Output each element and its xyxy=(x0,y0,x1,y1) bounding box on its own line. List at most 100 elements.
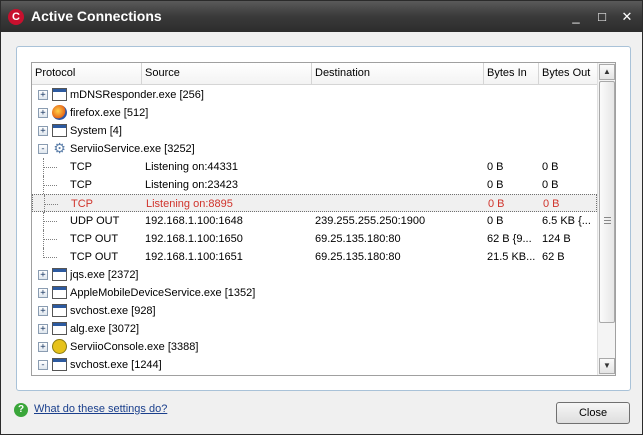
cell-protocol: TCP xyxy=(71,198,93,210)
cell-source: 192.168.1.100:1648 xyxy=(145,215,243,227)
column-bytes-out[interactable]: Bytes Out xyxy=(539,63,597,85)
expand-icon[interactable]: + xyxy=(38,288,48,298)
cell-destination: 69.25.135.180:80 xyxy=(315,233,401,245)
expand-icon[interactable]: + xyxy=(38,270,48,280)
expand-icon[interactable]: + xyxy=(38,324,48,334)
process-name: svchost.exe [1244] xyxy=(70,359,162,371)
maximize-button[interactable]: □ xyxy=(593,8,611,26)
active-connections-window: C Active Connections _ □ ✕ Protocol Sour… xyxy=(0,0,643,435)
cell-bytes-out: 0 B xyxy=(542,179,559,191)
scroll-up-button[interactable]: ▲ xyxy=(599,64,615,80)
tree-branch-line xyxy=(43,221,57,222)
title-bar[interactable]: C Active Connections _ □ ✕ xyxy=(1,1,642,32)
cell-destination: 239.255.255.250:1900 xyxy=(315,215,426,227)
collapse-icon[interactable]: - xyxy=(38,144,48,154)
process-row[interactable]: + svchost.exe [928] xyxy=(32,302,597,320)
cell-bytes-in: 0 B xyxy=(487,161,504,173)
window-icon xyxy=(52,124,67,137)
help-settings-link[interactable]: What do these settings do? xyxy=(34,403,167,415)
column-source[interactable]: Source xyxy=(142,63,312,85)
tree-branch-line xyxy=(43,239,57,240)
connection-row[interactable]: UDP OUT 192.168.1.100:1648 239.255.255.250… xyxy=(32,212,597,230)
cell-bytes-out: 62 B xyxy=(542,251,565,263)
column-bytes-in[interactable]: Bytes In xyxy=(484,63,539,85)
column-header: Protocol Source Destination Bytes In Byt… xyxy=(32,63,597,85)
cell-bytes-out: 6.5 KB {... xyxy=(542,215,591,227)
cell-protocol: TCP OUT xyxy=(70,233,119,245)
process-row[interactable]: + mDNSResponder.exe [256] xyxy=(32,86,597,104)
cell-bytes-in: 0 B xyxy=(487,215,504,227)
cell-protocol: TCP OUT xyxy=(70,251,119,263)
process-name: jqs.exe [2372] xyxy=(70,269,139,281)
process-name: alg.exe [3072] xyxy=(70,323,140,335)
process-row[interactable]: + firefox.exe [512] xyxy=(32,104,597,122)
connection-row[interactable]: TCP OUT 192.168.1.100:1650 69.25.135.180:8… xyxy=(32,230,597,248)
expand-icon[interactable]: + xyxy=(38,342,48,352)
tree-trunk-line xyxy=(43,176,44,194)
collapse-icon[interactable]: - xyxy=(38,360,48,370)
window-title: Active Connections xyxy=(31,8,162,24)
process-row[interactable]: - svchost.exe [1244] xyxy=(32,356,597,374)
process-name: ServiioService.exe [3252] xyxy=(70,143,195,155)
minimize-button[interactable]: _ xyxy=(567,8,585,26)
window-icon xyxy=(52,286,67,299)
tree-branch-line xyxy=(43,167,57,168)
scroll-down-button[interactable]: ▼ xyxy=(599,358,615,374)
window-icon xyxy=(52,268,67,281)
cell-protocol: TCP xyxy=(70,161,92,173)
scroll-thumb[interactable] xyxy=(599,81,615,323)
column-protocol[interactable]: Protocol xyxy=(32,63,142,85)
connection-row[interactable]: TCP OUT 192.168.1.100:1651 69.25.135.180:8… xyxy=(32,248,597,266)
process-row[interactable]: + AppleMobileDeviceService.exe [1352] xyxy=(32,284,597,302)
expand-icon[interactable]: + xyxy=(38,108,48,118)
cell-bytes-in: 62 B {9... xyxy=(487,233,532,245)
process-name: ServiioConsole.exe [3388] xyxy=(70,341,199,353)
expand-icon[interactable]: + xyxy=(38,126,48,136)
connection-row[interactable]: TCP Listening on:44331 0 B 0 B xyxy=(32,158,597,176)
cell-bytes-in: 21.5 KB... xyxy=(487,251,536,263)
cell-bytes-out: 0 B xyxy=(542,161,559,173)
tree-branch-line xyxy=(43,185,57,186)
close-window-button[interactable]: ✕ xyxy=(618,8,636,26)
cell-destination: 69.25.135.180:80 xyxy=(315,251,401,263)
process-row[interactable]: + System [4] xyxy=(32,122,597,140)
comodo-logo-icon: C xyxy=(8,9,24,25)
cell-destination xyxy=(315,176,483,194)
cell-source: 192.168.1.100:1650 xyxy=(145,233,243,245)
cell-source: Listening on:8895 xyxy=(146,198,233,210)
tree-trunk-line xyxy=(43,212,44,230)
cell-destination xyxy=(316,195,484,213)
window-icon xyxy=(52,88,67,101)
expand-icon[interactable]: + xyxy=(38,306,48,316)
connections-tree-grid[interactable]: Protocol Source Destination Bytes In Byt… xyxy=(31,62,616,376)
tree-trunk-line xyxy=(44,195,45,213)
console-icon xyxy=(52,339,67,354)
expand-icon[interactable]: + xyxy=(38,90,48,100)
content-panel: Protocol Source Destination Bytes In Byt… xyxy=(16,46,631,391)
window-icon xyxy=(52,304,67,317)
tree-branch-line xyxy=(44,204,58,205)
connection-row[interactable]: TCP Listening on:8895 0 B 0 B xyxy=(32,194,597,213)
process-row[interactable]: + alg.exe [3072] xyxy=(32,320,597,338)
scroll-grip-icon xyxy=(604,217,611,224)
process-name: svchost.exe [928] xyxy=(70,305,156,317)
window-icon xyxy=(52,358,67,371)
firefox-icon xyxy=(52,105,67,120)
process-row[interactable]: + jqs.exe [2372] xyxy=(32,266,597,284)
gear-icon: ⚙ xyxy=(53,140,66,156)
vertical-scrollbar[interactable]: ▲ ▼ xyxy=(597,63,615,375)
process-name: AppleMobileDeviceService.exe [1352] xyxy=(70,287,256,299)
column-destination[interactable]: Destination xyxy=(312,63,484,85)
cell-source: Listening on:44331 xyxy=(145,161,238,173)
cell-protocol: UDP OUT xyxy=(70,215,120,227)
process-name: System [4] xyxy=(70,125,122,137)
cell-protocol: TCP xyxy=(70,179,92,191)
process-row[interactable]: - ⚙ ServiioService.exe [3252] xyxy=(32,140,597,158)
close-button[interactable]: Close xyxy=(556,402,630,424)
connection-row[interactable]: TCP Listening on:23423 0 B 0 B xyxy=(32,176,597,194)
window-icon xyxy=(52,322,67,335)
cell-bytes-out: 0 B xyxy=(543,198,560,210)
cell-destination xyxy=(315,158,483,176)
process-row[interactable]: + ServiioConsole.exe [3388] xyxy=(32,338,597,356)
cell-bytes-in: 0 B xyxy=(487,179,504,191)
